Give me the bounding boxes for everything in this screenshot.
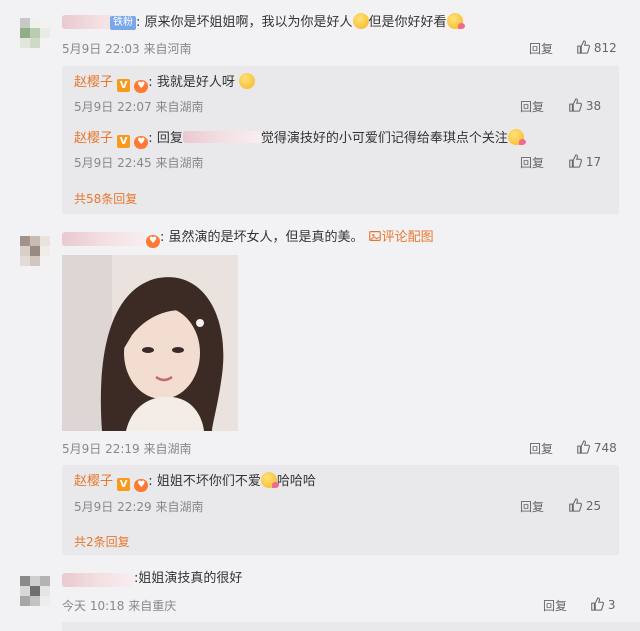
like-button[interactable]: 38 bbox=[568, 98, 601, 113]
kiss-emoji-icon bbox=[260, 472, 279, 488]
like-button[interactable]: 3 bbox=[590, 597, 615, 612]
reply-item: 赵樱子 V ♥: 我就是好人呀 bbox=[74, 73, 255, 93]
reply-button[interactable]: 回复 bbox=[520, 154, 544, 171]
timestamp: 5月9日 22:45 bbox=[74, 156, 152, 170]
comment-text-part: 原来你是坏姐姐啊，我以为你是好人 bbox=[144, 15, 353, 30]
reply-text-part: 哈哈哈 bbox=[276, 474, 316, 489]
reply-meta: 5月9日 22:45 来自湖南 bbox=[74, 154, 204, 171]
comment-image-link[interactable]: 评论配图 bbox=[368, 230, 434, 245]
timestamp: 5月9日 22:19 bbox=[62, 442, 140, 456]
thumbs-up-icon bbox=[569, 98, 582, 112]
level-badge-icon: ♥ bbox=[146, 235, 160, 248]
username-blurred[interactable] bbox=[62, 573, 134, 587]
thumbs-up-icon bbox=[569, 498, 582, 512]
crying-emoji-icon bbox=[352, 13, 369, 29]
fan-badge: 铁粉 bbox=[110, 16, 136, 30]
reply-meta: 5月9日 22:07 来自湖南 bbox=[74, 98, 204, 115]
image-icon bbox=[368, 231, 381, 241]
timestamp: 5月9日 22:03 bbox=[62, 42, 140, 56]
like-button[interactable]: 812 bbox=[576, 40, 617, 55]
location: 来自重庆 bbox=[128, 599, 177, 613]
reply-item: 赵樱子 V ♥: 回复 觉得演技好的小可爱们记得给奉琪点个关注 bbox=[74, 129, 526, 149]
location: 来自湖南 bbox=[155, 100, 204, 114]
timestamp: 今天 10:18 bbox=[62, 599, 125, 613]
avatar[interactable] bbox=[20, 18, 50, 48]
comment-text: 铁粉: 原来你是坏姐姐啊，我以为你是好人 但是你好好看 bbox=[110, 13, 465, 32]
comment-text-part: 虽然演的是坏女人，但是真的美。 bbox=[168, 230, 364, 245]
like-count: 3 bbox=[607, 598, 616, 612]
v-badge-icon: V bbox=[117, 79, 131, 92]
more-replies-link[interactable]: 共2条回复 bbox=[74, 533, 130, 550]
location: 来自湖南 bbox=[143, 442, 192, 456]
reply-username[interactable]: 赵樱子 bbox=[74, 474, 113, 489]
portrait-image bbox=[62, 255, 238, 431]
like-count: 38 bbox=[585, 99, 602, 113]
thumbs-up-icon bbox=[591, 597, 604, 611]
like-count: 812 bbox=[593, 41, 617, 55]
shy-emoji-icon bbox=[238, 73, 255, 89]
comment-meta: 5月9日 22:19 来自湖南 bbox=[62, 440, 192, 457]
username-blurred[interactable] bbox=[62, 232, 146, 246]
heart-eyes-emoji-icon bbox=[446, 13, 465, 29]
more-replies-link[interactable]: 共58条回复 bbox=[74, 190, 137, 207]
level-badge-icon: ♥ bbox=[134, 479, 149, 492]
timestamp: 5月9日 22:07 bbox=[74, 100, 152, 114]
like-count: 17 bbox=[585, 155, 602, 169]
like-button[interactable]: 25 bbox=[568, 498, 601, 513]
location: 来自河南 bbox=[143, 42, 192, 56]
reply-item: 赵樱子 V ♥: 姐姐不坏你们不爱 哈哈哈 bbox=[74, 472, 316, 492]
v-badge-icon: V bbox=[117, 135, 131, 148]
like-count: 25 bbox=[585, 499, 602, 513]
comment-text-part: 姐姐演技真的很好 bbox=[138, 571, 243, 586]
location: 来自湖南 bbox=[155, 156, 204, 170]
like-button[interactable]: 17 bbox=[568, 154, 601, 169]
reply-text-part: 回复 bbox=[156, 131, 183, 146]
comment-meta: 今天 10:18 来自重庆 bbox=[62, 597, 176, 614]
like-button[interactable]: 748 bbox=[576, 440, 617, 455]
avatar[interactable] bbox=[20, 236, 50, 266]
reply-text-part: 觉得演技好的小可爱们记得给奉琪点个关注 bbox=[260, 131, 508, 146]
comment-photo[interactable] bbox=[62, 255, 238, 431]
level-badge-icon: ♥ bbox=[134, 80, 149, 93]
level-badge-icon: ♥ bbox=[134, 136, 149, 149]
comment-meta: 5月9日 22:03 来自河南 bbox=[62, 40, 192, 57]
like-count: 748 bbox=[593, 441, 617, 455]
reply-button[interactable]: 回复 bbox=[520, 498, 544, 515]
reply-username[interactable]: 赵樱子 bbox=[74, 131, 113, 146]
mention-blurred[interactable] bbox=[182, 131, 261, 143]
reply-button[interactable]: 回复 bbox=[529, 440, 553, 457]
thumbs-up-icon bbox=[577, 440, 590, 454]
thumbs-up-icon bbox=[569, 154, 582, 168]
comment-image-label: 评论配图 bbox=[381, 230, 434, 245]
bottom-divider bbox=[62, 622, 640, 631]
v-badge-icon: V bbox=[117, 478, 131, 491]
reply-button[interactable]: 回复 bbox=[529, 40, 553, 57]
avatar[interactable] bbox=[20, 576, 50, 606]
reply-text-part: 姐姐不坏你们不爱 bbox=[156, 474, 261, 489]
comment-text: :姐姐演技真的很好 bbox=[134, 571, 243, 586]
reply-button[interactable]: 回复 bbox=[520, 98, 544, 115]
thumbs-up-icon bbox=[577, 40, 590, 54]
reply-button[interactable]: 回复 bbox=[543, 597, 567, 614]
location: 来自湖南 bbox=[155, 500, 204, 514]
reply-username[interactable]: 赵樱子 bbox=[74, 75, 113, 90]
kiss-emoji-icon bbox=[507, 129, 526, 145]
reply-meta: 5月9日 22:29 来自湖南 bbox=[74, 498, 204, 515]
timestamp: 5月9日 22:29 bbox=[74, 500, 152, 514]
comment-text-part: 但是你好好看 bbox=[368, 15, 447, 30]
comment-text: ♥: 虽然演的是坏女人，但是真的美。 评论配图 bbox=[146, 229, 434, 248]
reply-text: 我就是好人呀 bbox=[156, 75, 235, 90]
